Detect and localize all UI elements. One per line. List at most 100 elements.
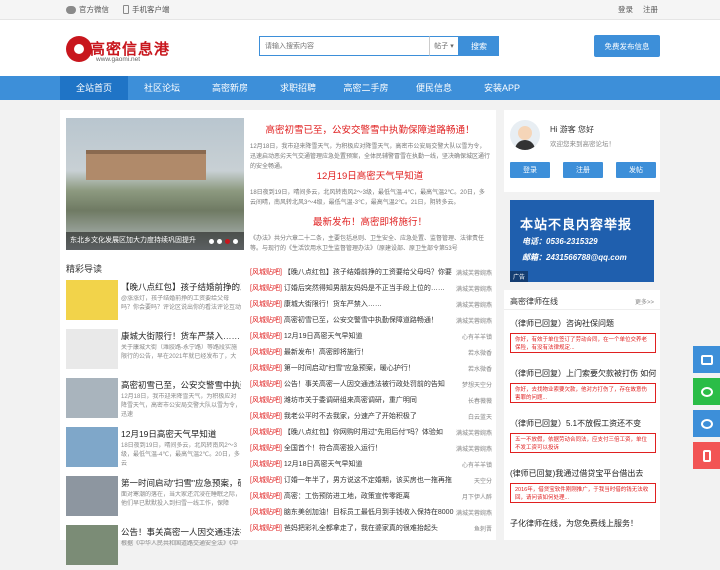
row-author: 心有羊羊镇 (461, 334, 492, 341)
lawyer-more-link[interactable]: 更多>> (635, 297, 654, 306)
list-item[interactable]: 公告！事关高密一人因交通违法被 根据《中华人民共和国道路交通安全法》《中 (66, 521, 242, 570)
row-title[interactable]: 12月19日高密天气早知道 (284, 331, 456, 341)
row-tag[interactable]: [风城贴吧] (250, 395, 282, 405)
carousel-dots[interactable] (209, 239, 238, 244)
row-tag[interactable]: [风城贴吧] (250, 363, 282, 373)
row-title[interactable]: 脑东美创加油！目标员工最低月到手钱收入保持在8000 (284, 507, 456, 517)
row-tag[interactable]: [风城贴吧] (250, 475, 282, 485)
nav-app[interactable]: 安装APP (468, 76, 536, 100)
list-item[interactable]: 高密初雪已至，公安交警雪中执勤 12月18日，我市迎来降雪天气，为积极应对降雪天气… (66, 374, 242, 423)
row-tag[interactable]: [风城贴吧] (250, 443, 282, 453)
row-title[interactable]: 公告！事关高密一人因交通违法被行政处罚前的告知 (284, 379, 456, 389)
nav-new-house[interactable]: 高密新房 (196, 76, 264, 100)
row-title[interactable]: 高密初雪已至，公安交警雪中执勤保障道路畅通！ (284, 315, 456, 325)
row-tag[interactable]: [风城贴吧] (250, 267, 282, 277)
list-item[interactable]: 康城大街限行！货车严禁入…… 关于康城大街（潍胶路-永宁路）等路段实施限行的公告，… (66, 325, 242, 374)
headline-3[interactable]: 最新发布！高密即将施行！ 《办法》共分六章二十二条，主要包括总则、卫生安全、应急… (250, 214, 490, 260)
row-title[interactable]: 我老公平时不去我家，分速产了开始积极了 (284, 411, 456, 421)
nav-second-house[interactable]: 高密二手房 (332, 76, 400, 100)
lawyer-question[interactable]: （律师已回复）咨询社保问题 你好，有效于单位签订了劳动合同，在一个单位交养老保险，… (510, 318, 656, 353)
list-item[interactable]: 第一时间启动"扫雪"应急预案，确 面对寒潮的落在，当大家还沉浸在睡眠之际，他们早已… (66, 472, 242, 521)
row-title[interactable]: 潍坊市关于委调研组来高密调研，重广明同 (284, 395, 456, 405)
search-input[interactable] (259, 36, 429, 56)
table-row[interactable]: [风城贴吧] 潍坊市关于委调研组来高密调研，重广明同 长春薇薇 (250, 392, 492, 408)
table-row[interactable]: [风城贴吧] 第一时间启动"扫雪"应急预案，暖心护行！ 若水微香 (250, 360, 492, 376)
register-button[interactable]: 注册 (563, 162, 603, 178)
nav-forum[interactable]: 社区论坛 (128, 76, 196, 100)
table-row[interactable]: [风城贴吧] 12月19日高密天气早知道 心有羊羊镇 (250, 328, 492, 344)
row-title[interactable]: 第一时间启动"扫雪"应急预案，暖心护行！ (284, 363, 456, 373)
table-row[interactable]: [风城贴吧] 【晚八点红包】孩子结婚前挣的工资要给父母吗？你要 满城芙蓉婉燕 (250, 264, 492, 280)
row-tag[interactable]: [风城贴吧] (250, 331, 282, 341)
lawyer-question[interactable]: 子化律师在线，为您免费线上服务！ (510, 518, 656, 529)
float-chat-button[interactable] (693, 346, 720, 373)
row-author: 白云蓝天 (467, 414, 492, 421)
row-title[interactable]: 【晚八点红包】你网购时用过"先用后付"吗？体验如 (284, 427, 456, 437)
table-row[interactable]: [风城贴吧] 公告！事关高密一人因交通违法被行政处罚前的告知 梦想天空分 (250, 376, 492, 392)
sidebar: Hi 游客 您好 欢迎您来到高密论坛！ 登录 注册 发帖 本站不良内容举报 电话… (504, 110, 660, 540)
row-tag[interactable]: [风城贴吧] (250, 315, 282, 325)
row-tag[interactable]: [风城贴吧] (250, 427, 282, 437)
search-button[interactable]: 搜索 (459, 36, 499, 56)
row-author: 满城芙蓉婉燕 (456, 318, 493, 325)
lawyer-question[interactable]: （律师已回复）上门索要欠款被打伤 如何 你好，去找物业索要欠款，他对方打伤了，存在… (510, 368, 656, 403)
top-register-link[interactable]: 注册 (643, 4, 658, 15)
row-tag[interactable]: [风城贴吧] (250, 283, 282, 293)
table-row[interactable]: [风城贴吧] 脑东美创加油！目标员工最低月到手钱收入保持在8000 满城芙蓉婉燕 (250, 504, 492, 520)
row-title[interactable]: 高密：工伤预防进工地，政策宣传零距离 (284, 491, 456, 501)
table-row[interactable]: [风城贴吧] 高密：工伤预防进工地，政策宣传零距离 月下伊人醉 (250, 488, 492, 504)
row-tag[interactable]: [风城贴吧] (250, 411, 282, 421)
table-row[interactable]: [风城贴吧] 全国首个！符合高密投入运行！ 满城芙蓉婉燕 (250, 440, 492, 456)
nav-home[interactable]: 全站首页 (60, 76, 128, 100)
row-title[interactable]: 全国首个！符合高密投入运行！ (284, 443, 456, 453)
login-button[interactable]: 登录 (510, 162, 550, 178)
float-phone-button[interactable] (693, 442, 720, 469)
table-row[interactable]: [风城贴吧] 订婚一年半了，男方说这不定婚期，该买房也一拖再拖 天空分 (250, 472, 492, 488)
lawyer-question[interactable]: （律师已回复）5.1不放假工资还不变 五一不放假，依据劳动合同法，应支付三倍工资，… (510, 418, 656, 453)
search-type-select[interactable]: 帖子 ▾ (429, 36, 459, 56)
carousel[interactable]: 东北乡文化发展区加大力度持续巩固提升 (66, 118, 244, 250)
table-row[interactable]: [风城贴吧] 订婚后突然得知男朋友妈妈是不正当手段上位的…… 满城芙蓉婉燕 (250, 280, 492, 296)
row-title[interactable]: 康城大街限行！货车严禁入…… (284, 299, 456, 309)
lawyer-question[interactable]: (律师已回复)我通过借贷宝平台借出去 2016年，借贷宝软件刚刚推广，于我当时借的… (510, 468, 656, 503)
mobile-link[interactable]: 手机客户端 (123, 4, 170, 15)
table-row[interactable]: [风城贴吧] 爸妈把彩礼全都拿走了，我在婆家真的很难抬起头 鱼刺晋 (250, 520, 492, 536)
table-row[interactable]: [风城贴吧] 最新发布！高密即将施行！ 若水微香 (250, 344, 492, 360)
row-tag[interactable]: [风城贴吧] (250, 523, 282, 533)
wechat-link[interactable]: 官方微信 (66, 4, 109, 15)
row-tag[interactable]: [风城贴吧] (250, 347, 282, 357)
report-ad-banner[interactable]: 本站不良内容举报 电话：0536-2315329 邮箱：2431566788@q… (510, 200, 654, 282)
top-login-link[interactable]: 登录 (618, 4, 633, 15)
nav-jobs[interactable]: 求职招聘 (264, 76, 332, 100)
thumbnail (66, 329, 118, 369)
list-item[interactable]: 【晚八点红包】孩子结婚前挣的工 @涨涨灯，孩子结婚前挣的工资要给父母吗？你会要吗？… (66, 276, 242, 325)
float-weibo-button[interactable] (693, 410, 720, 437)
search-form: 帖子 ▾ 搜索 (259, 36, 499, 56)
table-row[interactable]: [风城贴吧] 12月18日高密天气早知道 心有羊羊镇 (250, 456, 492, 472)
table-row[interactable]: [风城贴吧] 康城大街限行！货车严禁入…… 满城芙蓉婉燕 (250, 296, 492, 312)
weibo-icon (700, 418, 713, 429)
publish-button[interactable]: 免费发布信息 (594, 35, 660, 57)
float-wechat-button[interactable] (693, 378, 720, 405)
list-item[interactable]: 12月19日高密天气早知道 18日夜到19日，晴间多云，北风转南风2～3级，最低气… (66, 423, 242, 472)
thumbnail (66, 280, 118, 320)
row-title[interactable]: 【晚八点红包】孩子结婚前挣的工资要给父母吗？你要 (284, 267, 456, 277)
row-title[interactable]: 爸妈把彩礼全都拿走了，我在婆家真的很难抬起头 (284, 523, 456, 533)
row-title[interactable]: 最新发布！高密即将施行！ (284, 347, 456, 357)
nav-services[interactable]: 便民信息 (400, 76, 468, 100)
site-logo[interactable]: 高密信息港 www.gaomi.net (66, 34, 176, 70)
row-tag[interactable]: [风城贴吧] (250, 299, 282, 309)
headline-2[interactable]: 12月19日高密天气早知道 18日夜到19日，晴间多云，北风转南风2～3级，最低… (250, 168, 490, 214)
table-row[interactable]: [风城贴吧] 【晚八点红包】你网购时用过"先用后付"吗？体验如 满城芙蓉婉燕 (250, 424, 492, 440)
row-tag[interactable]: [风城贴吧] (250, 507, 282, 517)
row-title[interactable]: 订婚一年半了，男方说这不定婚期，该买房也一拖再拖 (284, 475, 456, 485)
row-title[interactable]: 12月18日高密天气早知道 (284, 459, 456, 469)
row-tag[interactable]: [风城贴吧] (250, 459, 282, 469)
table-row[interactable]: [风城贴吧] 高密初雪已至，公安交警雪中执勤保障道路畅通！ 满城芙蓉婉燕 (250, 312, 492, 328)
table-row[interactable]: [风城贴吧] 我老公平时不去我家，分速产了开始积极了 白云蓝天 (250, 408, 492, 424)
thumbnail (66, 378, 118, 418)
post-button[interactable]: 发帖 (616, 162, 656, 178)
row-tag[interactable]: [风城贴吧] (250, 491, 282, 501)
row-title[interactable]: 订婚后突然得知男朋友妈妈是不正当手段上位的…… (284, 283, 456, 293)
row-tag[interactable]: [风城贴吧] (250, 379, 282, 389)
